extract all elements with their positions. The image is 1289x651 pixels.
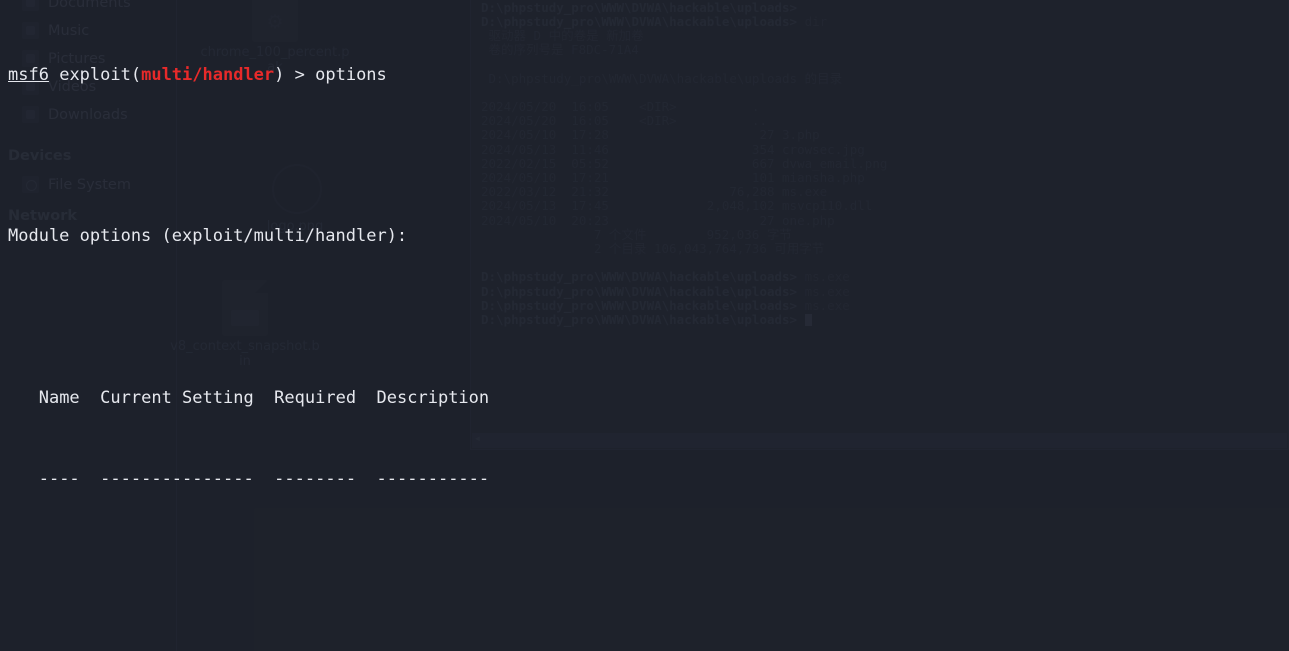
col-rule-current-setting: ---------------: [100, 468, 254, 489]
module-open-paren: exploit(: [59, 64, 142, 85]
col-header-required: Required: [274, 387, 357, 408]
module-options-heading: Module options (exploit/multi/handler):: [8, 226, 408, 247]
terminal-prompt-line: msf6 exploit(multi/handler) > options: [8, 65, 1289, 85]
prompt-arrow: >: [284, 64, 316, 85]
module-close-paren: ): [274, 64, 285, 85]
screen-root: Documents Music Pictures Videos Download…: [0, 0, 1289, 651]
module-options-rule-row: ---- --------------- -------- ----------…: [8, 469, 1289, 489]
col-rule-required: --------: [274, 468, 357, 489]
msfconsole-terminal[interactable]: msf6 exploit(multi/handler) > options Mo…: [0, 0, 1289, 651]
typed-command: options: [315, 64, 387, 85]
shell-name: msf6: [8, 64, 49, 85]
col-rule-description: -----------: [376, 468, 490, 489]
active-module-name: multi/handler: [141, 64, 275, 85]
col-header-description: Description: [376, 387, 490, 408]
col-rule-name: ----: [38, 468, 80, 489]
col-header-current-setting: Current Setting: [100, 387, 254, 408]
module-options-header-row: Name Current Setting Required Descriptio…: [8, 388, 1289, 408]
col-header-name: Name: [38, 387, 80, 408]
